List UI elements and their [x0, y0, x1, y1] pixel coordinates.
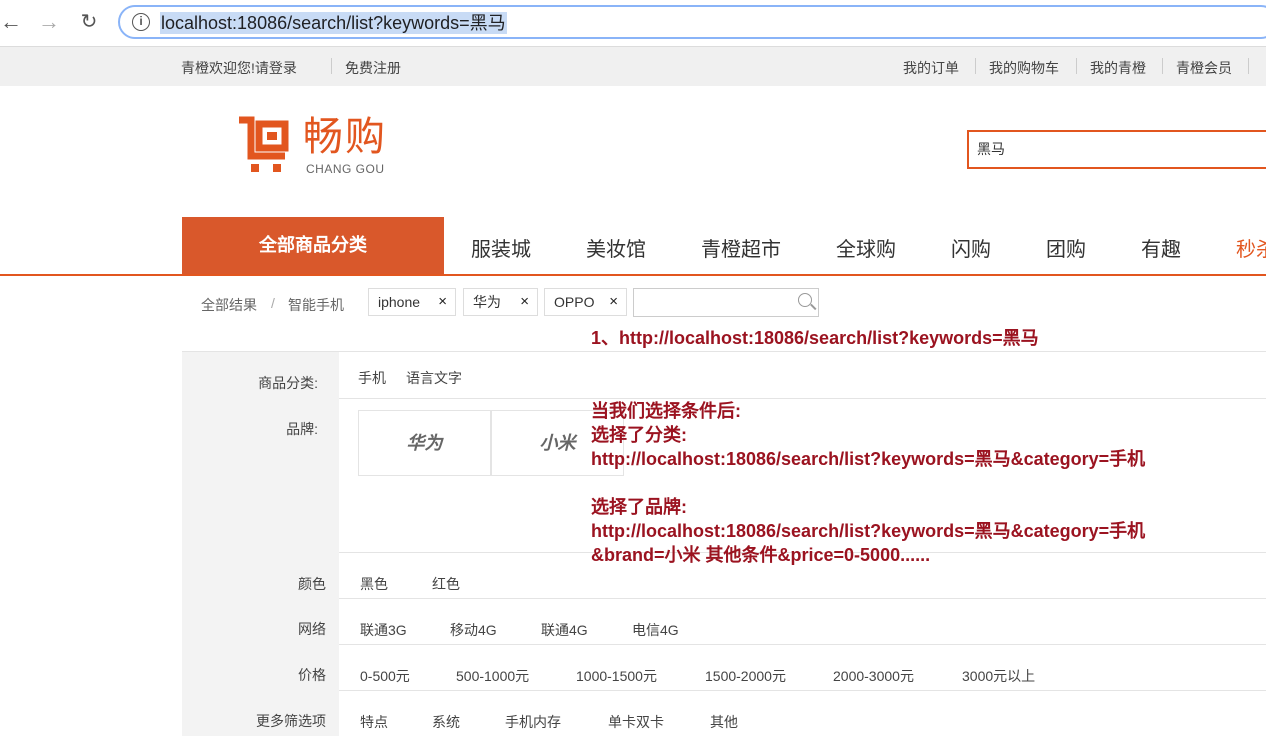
site-info-icon[interactable]: i — [132, 13, 150, 31]
reload-icon[interactable]: ↻ — [78, 11, 100, 33]
logo-text[interactable]: 畅购 — [303, 114, 387, 160]
filter-row-more: 更多筛选项 特点 系统 手机内存 单卡双卡 其他 — [182, 690, 1266, 736]
nav-item-supermarket[interactable]: 青橙超市 — [701, 233, 781, 262]
nav-item-beauty[interactable]: 美妆馆 — [586, 233, 646, 262]
breadcrumb-divider: / — [271, 295, 275, 311]
nav-item-global[interactable]: 全球购 — [836, 233, 896, 262]
address-bar[interactable]: i localhost:18086/search/list?keywords=黑… — [118, 5, 1266, 39]
divider — [1248, 58, 1249, 74]
logo-subtext: CHANG GOU — [306, 162, 385, 176]
address-url[interactable]: localhost:18086/search/list?keywords=黑马 — [160, 12, 507, 34]
selected-filter-tag: 华为 × — [463, 288, 538, 316]
divider — [1076, 58, 1077, 74]
all-categories-button[interactable]: 全部商品分类 — [182, 217, 444, 274]
welcome-login-link[interactable]: 青橙欢迎您!请登录 — [181, 58, 297, 78]
breadcrumb-root[interactable]: 全部结果 — [201, 295, 257, 315]
tag-label: OPPO — [554, 294, 595, 310]
filter-option[interactable]: 2000-3000元 — [833, 666, 914, 686]
breadcrumb-category[interactable]: 智能手机 — [288, 295, 344, 315]
browser-toolbar: ← → ↻ i localhost:18086/search/list?keyw… — [0, 0, 1266, 47]
filter-option[interactable]: 1000-1500元 — [576, 666, 657, 686]
tag-label: iphone — [378, 294, 421, 310]
back-arrow-icon[interactable]: ← — [0, 11, 22, 33]
my-cart-link[interactable]: 我的购物车 — [989, 58, 1059, 78]
annotation-text: &brand=小米 其他条件&price=0-5000...... — [591, 545, 931, 565]
filter-label: 品牌: — [286, 421, 318, 437]
within-results-search — [633, 288, 819, 317]
filter-option[interactable]: 语言文字 — [406, 368, 462, 388]
filter-option[interactable]: 3000元以上 — [962, 666, 1035, 686]
register-link[interactable]: 免费注册 — [345, 58, 401, 78]
remove-tag-icon[interactable]: × — [609, 289, 618, 315]
filter-option[interactable]: 单卡双卡 — [608, 712, 664, 732]
divider — [1162, 58, 1163, 74]
nav-item-group-buy[interactable]: 团购 — [1046, 233, 1086, 262]
filter-option[interactable]: 手机 — [358, 368, 386, 388]
annotation-text: http://localhost:18086/search/list?keywo… — [591, 521, 1146, 541]
search-input[interactable] — [975, 132, 1259, 166]
filter-option[interactable]: 联通4G — [541, 620, 588, 640]
cart-logo-icon[interactable] — [237, 116, 295, 176]
filter-option[interactable]: 其他 — [710, 712, 738, 732]
selected-filter-tag: iphone × — [368, 288, 456, 316]
nav-item-flash-sale[interactable]: 闪购 — [951, 233, 991, 262]
filter-label-cell: 颜色 — [182, 552, 339, 598]
forward-arrow-icon[interactable]: → — [38, 11, 60, 33]
filter-option[interactable]: 系统 — [432, 712, 460, 732]
filter-option[interactable]: 黑色 — [360, 574, 388, 594]
remove-tag-icon[interactable]: × — [520, 289, 529, 315]
annotation-text: 1、http://localhost:18086/search/list?key… — [591, 328, 1039, 348]
nav-item-clothing[interactable]: 服装城 — [471, 233, 531, 262]
filter-option[interactable]: 1500-2000元 — [705, 666, 786, 686]
membership-link[interactable]: 青橙会员 — [1176, 58, 1232, 78]
filter-label-cell: 品牌: — [182, 398, 339, 552]
filter-option[interactable]: 特点 — [360, 712, 388, 732]
filter-label: 更多筛选项 — [256, 713, 326, 729]
shortcut-bar: 青橙欢迎您!请登录 免费注册 我的订单 我的购物车 我的青橙 青橙会员 — [0, 47, 1266, 86]
main-nav: 全部商品分类 服装城 美妆馆 青橙超市 全球购 闪购 团购 有趣 秒杀 — [0, 217, 1266, 276]
annotation-text: 选择了分类: — [591, 425, 687, 445]
filter-option[interactable]: 手机内存 — [505, 712, 561, 732]
nav-item-fun[interactable]: 有趣 — [1141, 233, 1181, 262]
selected-filter-tag: OPPO × — [544, 288, 627, 316]
my-account-link[interactable]: 我的青橙 — [1090, 58, 1146, 78]
filter-label-cell: 网络 — [182, 598, 339, 644]
tag-label: 华为 — [473, 294, 501, 310]
brand-logo[interactable]: 华为 — [358, 410, 491, 476]
annotation-text: 当我们选择条件后: — [591, 401, 741, 421]
search-icon[interactable] — [798, 293, 812, 307]
my-orders-link[interactable]: 我的订单 — [903, 58, 959, 78]
filter-row-price: 价格 0-500元 500-1000元 1000-1500元 1500-2000… — [182, 644, 1266, 691]
filter-label-cell: 价格 — [182, 644, 339, 690]
remove-tag-icon[interactable]: × — [438, 289, 447, 315]
filter-option[interactable]: 0-500元 — [360, 666, 410, 686]
divider — [331, 58, 332, 74]
filter-row-network: 网络 联通3G 移动4G 联通4G 电信4G — [182, 598, 1266, 645]
filter-label: 商品分类: — [258, 375, 318, 391]
filter-option[interactable]: 红色 — [432, 574, 460, 594]
search-box — [967, 130, 1266, 169]
filter-label-cell: 商品分类: — [182, 352, 339, 398]
filter-option[interactable]: 联通3G — [360, 620, 407, 640]
filter-label: 网络 — [298, 621, 326, 637]
annotation-text: http://localhost:18086/search/list?keywo… — [591, 449, 1146, 469]
filter-option[interactable]: 电信4G — [632, 620, 679, 640]
annotation-text: 选择了品牌: — [591, 497, 687, 517]
filter-row-category: 商品分类: 手机 语言文字 — [182, 352, 1266, 399]
filter-label: 颜色 — [298, 576, 326, 592]
filter-option[interactable]: 移动4G — [450, 620, 497, 640]
nav-item-seckill[interactable]: 秒杀 — [1236, 233, 1266, 262]
divider — [975, 58, 976, 74]
filter-label-cell: 更多筛选项 — [182, 690, 339, 736]
filter-label: 价格 — [298, 667, 326, 683]
within-results-input[interactable] — [638, 289, 792, 316]
filter-option[interactable]: 500-1000元 — [456, 666, 529, 686]
